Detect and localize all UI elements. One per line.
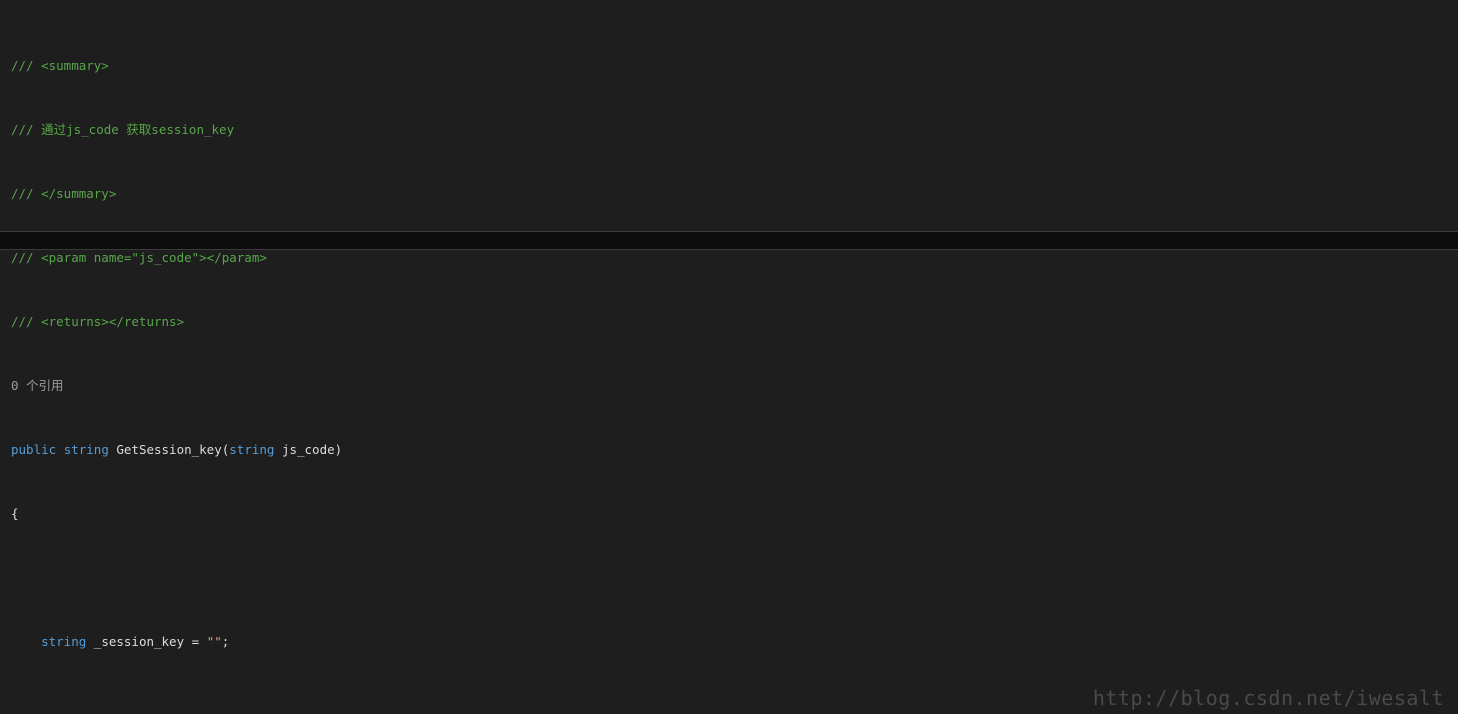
code-line-6: 0 个引用: [11, 378, 1458, 394]
code-line-3: /// </summary>: [11, 186, 1458, 202]
doc-comment-returns: /// <returns></returns>: [11, 314, 185, 329]
code-text-area[interactable]: /// <summary> /// 通过js_code 获取session_ke…: [11, 10, 1458, 714]
code-line-8: {: [11, 506, 19, 521]
string-empty-init: "": [206, 634, 222, 649]
param-name-js-code: js_code: [281, 442, 335, 457]
method-name: GetSession_key: [116, 442, 222, 457]
doc-comment-summary-text: /// 通过js_code 获取session_key: [11, 122, 235, 137]
keyword-public: public: [11, 442, 57, 457]
keyword-string-return: string: [63, 442, 109, 457]
doc-comment-param: /// <param name="js_code"></param>: [11, 250, 267, 265]
code-line-5: /// <returns></returns>: [11, 314, 1458, 330]
doc-comment-summary-close: /// </summary>: [11, 186, 117, 201]
keyword-string-decl: string: [41, 634, 87, 649]
code-line-10: string _session_key = "";: [41, 634, 230, 649]
watermark-text: http://blog.csdn.net/iwesalt: [1092, 686, 1444, 710]
var-session-key: _session_key: [93, 634, 185, 649]
code-line-2: /// 通过js_code 获取session_key: [11, 122, 1458, 138]
code-line-7: public string GetSession_key(string js_c…: [11, 442, 343, 457]
doc-comment-summary-open: /// <summary>: [11, 58, 109, 73]
code-line-1: /// <summary>: [11, 58, 1458, 74]
codelens-reference-count[interactable]: 0 个引用: [11, 378, 64, 393]
code-editor[interactable]: /// <summary> /// 通过js_code 获取session_ke…: [0, 0, 1458, 714]
code-line-4: /// <param name="js_code"></param>: [11, 250, 1458, 266]
keyword-string-param: string: [229, 442, 275, 457]
